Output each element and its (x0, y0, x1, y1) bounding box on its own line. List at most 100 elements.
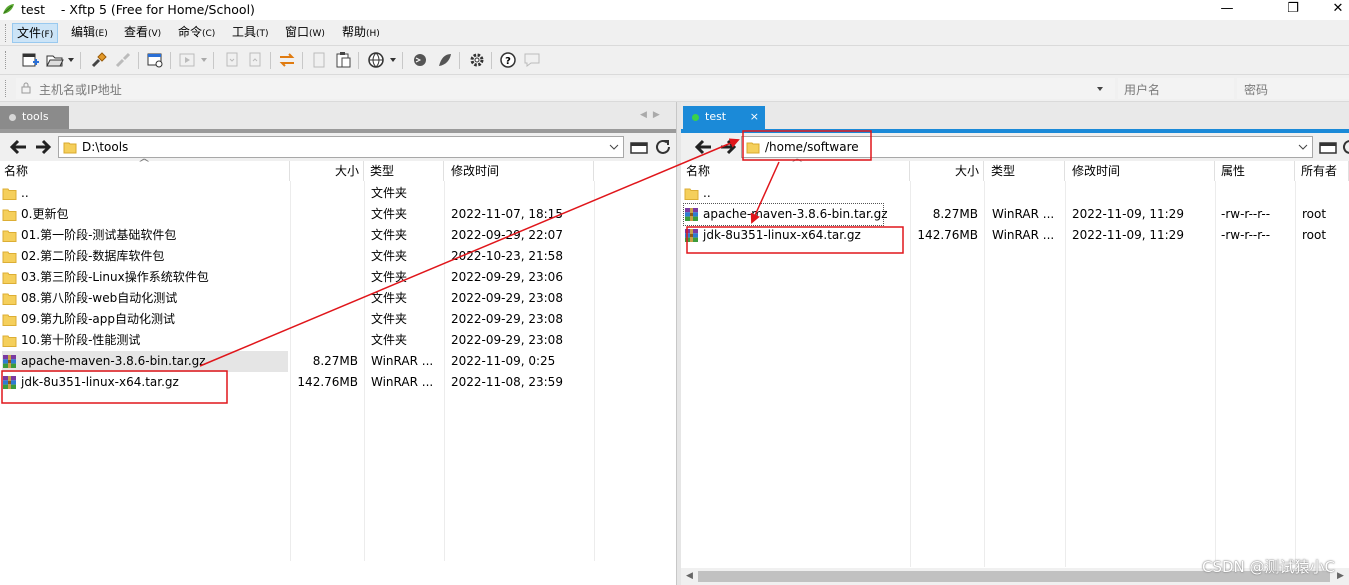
file-row[interactable]: apache-maven-3.8.6-bin.tar.gz 8.27MB WinRA… (0, 351, 676, 372)
host-dropdown-icon[interactable] (1097, 87, 1103, 91)
col-size[interactable]: 大小 (290, 161, 364, 181)
file-name-cell[interactable]: .. (684, 183, 883, 204)
help-icon[interactable]: ? (499, 51, 517, 69)
globe-icon[interactable] (367, 51, 385, 69)
menu-view[interactable]: 查看(V) (120, 23, 165, 43)
connect-icon[interactable] (90, 51, 108, 69)
scroll-left-icon[interactable]: ◀ (686, 571, 693, 581)
password-input[interactable]: 密码 (1237, 78, 1349, 99)
chat-icon[interactable] (523, 51, 541, 69)
file-size: 8.27MB (312, 354, 358, 368)
folder-row[interactable]: 0.更新包 文件夹 2022-11-07, 18:15 (0, 204, 676, 225)
file-name-cell[interactable]: 02.第二阶段-数据库软件包 (2, 246, 288, 267)
folder-row[interactable]: 03.第三阶段-Linux操作系统软件包 文件夹 2022-09-29, 23:06 (0, 267, 676, 288)
play-dropdown-icon[interactable] (201, 58, 207, 62)
tab-test[interactable]: test × (683, 106, 765, 129)
folder-row[interactable]: 10.第十阶段-性能测试 文件夹 2022-09-29, 23:08 (0, 330, 676, 351)
transfer-icon[interactable] (278, 51, 296, 69)
folder-row[interactable]: 09.第九阶段-app自动化测试 文件夹 2022-09-29, 23:08 (0, 309, 676, 330)
back-arrow-icon[interactable] (8, 138, 28, 156)
parent-folder-icon[interactable] (630, 138, 648, 156)
xmanager-icon[interactable] (436, 51, 454, 69)
col-modified[interactable]: 修改时间 (1065, 161, 1215, 181)
parent-folder-icon[interactable] (1319, 138, 1337, 156)
file-type: 文件夹 (371, 207, 408, 221)
globe-dropdown-icon[interactable] (390, 58, 396, 62)
back-arrow-icon[interactable] (693, 138, 713, 156)
col-name[interactable]: 名称 ^ (0, 158, 290, 181)
col-type[interactable]: 类型 (984, 161, 1065, 181)
toolbar-separator (302, 52, 303, 69)
forward-arrow-icon[interactable] (34, 138, 52, 156)
file-name-cell[interactable]: apache-maven-3.8.6-bin.tar.gz (2, 351, 288, 372)
new-session-icon[interactable] (21, 51, 39, 69)
forward-arrow-icon[interactable] (719, 138, 737, 156)
svg-text:?: ? (505, 56, 511, 67)
file-row[interactable]: jdk-8u351-linux-x64.tar.gz 142.76MB WinRAR… (681, 225, 1349, 246)
file-name-cell[interactable]: 09.第九阶段-app自动化测试 (2, 309, 288, 330)
folder-icon (2, 314, 17, 326)
refresh-icon[interactable] (654, 138, 672, 156)
file-row[interactable]: jdk-8u351-linux-x64.tar.gz 142.76MB WinRAR… (0, 372, 676, 393)
open-folder-icon[interactable] (46, 51, 64, 69)
menu-command[interactable]: 命令(C) (174, 23, 219, 43)
folder-row[interactable]: 08.第八阶段-web自动化测试 文件夹 2022-09-29, 23:08 (0, 288, 676, 309)
col-type[interactable]: 类型 (364, 161, 444, 181)
username-input[interactable]: 用户名 (1118, 78, 1234, 99)
file-name-cell[interactable]: 08.第八阶段-web自动化测试 (2, 288, 288, 309)
host-input[interactable]: 主机名或IP地址 (16, 78, 1115, 99)
paste-icon[interactable] (246, 51, 264, 69)
scroll-right-icon[interactable]: ▶ (1337, 571, 1344, 581)
clipboard-icon[interactable] (334, 51, 352, 69)
file-name-cell[interactable]: jdk-8u351-linux-x64.tar.gz (2, 372, 288, 393)
sort-caret-icon: ^ (137, 158, 151, 169)
play-icon[interactable] (178, 51, 196, 69)
folder-row[interactable]: .. 文件夹 (0, 183, 676, 204)
file-name-cell[interactable]: .. (2, 183, 288, 204)
file-size (290, 288, 358, 309)
menu-tools[interactable]: 工具(T) (228, 23, 273, 43)
close-window-button[interactable]: ✕ (1315, 0, 1349, 20)
disconnect-icon[interactable] (114, 51, 132, 69)
folder-row[interactable]: 02.第二阶段-数据库软件包 文件夹 2022-10-23, 21:58 (0, 246, 676, 267)
new-window-icon[interactable] (146, 51, 164, 69)
col-modified[interactable]: 修改时间 (444, 161, 594, 181)
file-name-cell[interactable]: 03.第三阶段-Linux操作系统软件包 (2, 267, 288, 288)
remote-pane: test × /home/software 名称 ^ 大小 类型 修改时间 属性 … (681, 102, 1349, 585)
menu-window[interactable]: 窗口(W) (281, 23, 329, 43)
folder-row[interactable]: 01.第一阶段-测试基础软件包 文件夹 2022-09-29, 22:07 (0, 225, 676, 246)
menu-file[interactable]: 文件(F) (12, 23, 59, 43)
file-row[interactable]: apache-maven-3.8.6-bin.tar.gz 8.27MB WinRA… (681, 203, 1349, 226)
remote-path-input[interactable]: /home/software (741, 136, 1313, 158)
col-owner[interactable]: 所有者 (1295, 161, 1349, 181)
maximize-button[interactable]: ❐ (1270, 0, 1316, 20)
tab-tools[interactable]: tools (0, 106, 69, 129)
copy-icon[interactable] (223, 51, 241, 69)
menu-edit[interactable]: 编辑(E) (67, 23, 112, 43)
file-size: 8.27MB (932, 207, 978, 221)
col-attributes[interactable]: 属性 (1215, 161, 1295, 181)
file-attributes: -rw-r--r-- (1221, 207, 1271, 221)
chevron-down-icon[interactable] (1297, 141, 1309, 153)
file-name-cell[interactable]: 01.第一阶段-测试基础软件包 (2, 225, 288, 246)
col-size[interactable]: 大小 (910, 161, 984, 181)
file-name-cell[interactable]: jdk-8u351-linux-x64.tar.gz (684, 225, 883, 246)
open-dropdown-icon[interactable] (68, 58, 74, 62)
file-name-cell[interactable]: 0.更新包 (2, 204, 288, 225)
col-name[interactable]: 名称 ^ (681, 158, 910, 181)
tab-close-icon[interactable]: × (750, 106, 759, 128)
tab-scroll-arrows[interactable]: ◀▶ (640, 110, 666, 120)
chevron-down-icon[interactable] (608, 141, 620, 153)
file-name-cell[interactable]: apache-maven-3.8.6-bin.tar.gz (683, 203, 888, 226)
menu-help[interactable]: 帮助(H) (338, 23, 384, 43)
local-navbar: D:\tools (0, 133, 676, 161)
refresh-icon[interactable] (1341, 138, 1349, 156)
document-icon[interactable] (310, 51, 328, 69)
file-name-cell[interactable]: 10.第十阶段-性能测试 (2, 330, 288, 351)
file-name: .. (703, 186, 711, 200)
minimize-button[interactable]: — (1204, 0, 1250, 20)
gear-icon[interactable] (468, 51, 486, 69)
winrar-archive-icon (3, 376, 16, 389)
folder-row[interactable]: .. (681, 183, 1349, 204)
xshell-icon[interactable] (411, 51, 429, 69)
